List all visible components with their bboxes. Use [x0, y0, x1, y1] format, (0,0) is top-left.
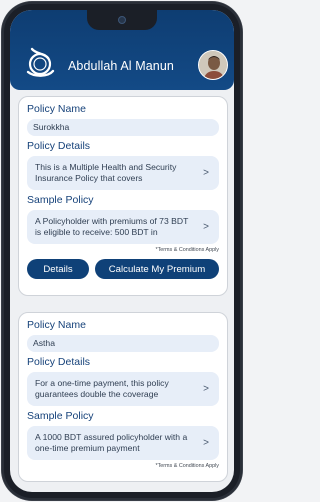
sample-policy-label: Sample Policy — [27, 194, 94, 206]
camera-icon — [118, 16, 126, 24]
policy-details-label: Policy Details — [27, 140, 91, 152]
chevron-right-icon: > — [203, 437, 209, 449]
terms-note: *Terms & Conditions Apply — [155, 463, 219, 469]
sample-policy-row[interactable]: A Policyholder with premiums of 73 BDT i… — [27, 210, 219, 244]
sample-policy-label: Sample Policy — [27, 410, 94, 422]
policy-details-text: This is a Multiple Health and Security I… — [35, 162, 177, 183]
device-frame: Abdullah Al Manun Policy Name Surokkha P… — [2, 2, 242, 500]
chevron-right-icon: > — [203, 167, 209, 179]
details-button[interactable]: Details — [27, 259, 89, 279]
camera-notch — [87, 10, 157, 30]
chevron-right-icon: > — [203, 221, 209, 233]
sample-policy-row[interactable]: A 1000 BDT assured policyholder with a o… — [27, 426, 219, 460]
policy-name-label: Policy Name — [27, 103, 86, 115]
policy-details-row[interactable]: This is a Multiple Health and Security I… — [27, 156, 219, 190]
policy-card: Policy Name Astha Policy Details For a o… — [18, 312, 228, 482]
sample-policy-text: A Policyholder with premiums of 73 BDT i… — [35, 216, 189, 237]
terms-note: *Terms & Conditions Apply — [155, 247, 219, 253]
user-name: Abdullah Al Manun — [68, 59, 174, 73]
policy-name-label: Policy Name — [27, 319, 86, 331]
sample-policy-text: A 1000 BDT assured policyholder with a o… — [35, 432, 188, 453]
card-actions: Details Calculate My Premium — [27, 259, 219, 279]
policy-name-value: Surokkha — [27, 119, 219, 136]
app-logo-icon — [26, 47, 55, 77]
policy-details-label: Policy Details — [27, 356, 91, 368]
policy-details-text: For a one-time payment, this policy guar… — [35, 378, 169, 399]
calculate-premium-button[interactable]: Calculate My Premium — [95, 259, 219, 279]
app-screen: Abdullah Al Manun Policy Name Surokkha P… — [10, 10, 234, 492]
user-avatar[interactable] — [198, 50, 228, 80]
chevron-right-icon: > — [203, 383, 209, 395]
policy-name-value: Astha — [27, 335, 219, 352]
avatar-photo-icon — [199, 51, 227, 79]
policy-details-row[interactable]: For a one-time payment, this policy guar… — [27, 372, 219, 406]
policy-card: Policy Name Surokkha Policy Details This… — [18, 96, 228, 296]
